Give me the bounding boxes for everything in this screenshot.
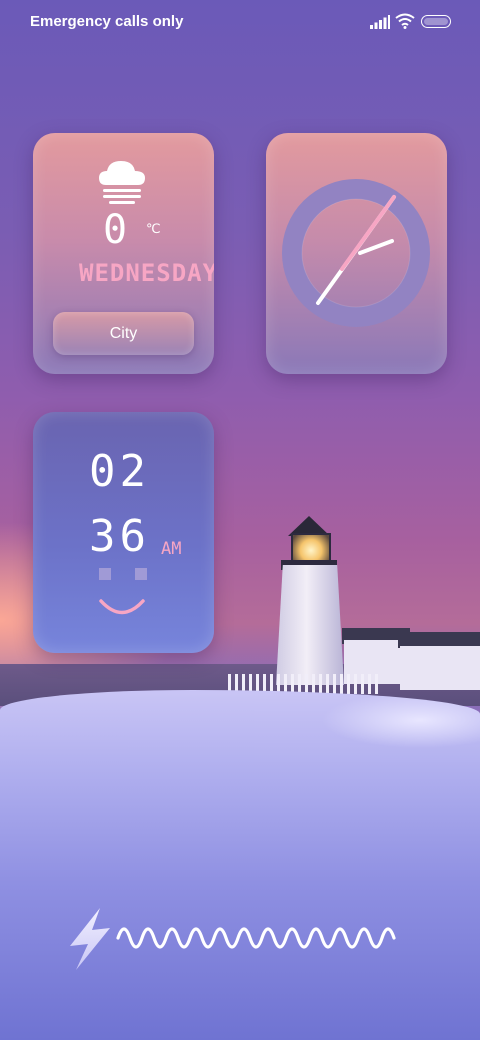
cloud-icon (99, 161, 145, 204)
carrier-text: Emergency calls only (30, 13, 184, 30)
time-minutes: 36 (89, 511, 150, 562)
snow-field (0, 690, 480, 1040)
city-button[interactable]: City (53, 312, 194, 355)
face-left-eye (99, 568, 111, 580)
wifi-icon (395, 13, 415, 29)
face-right-eye (135, 568, 147, 580)
signal-icon (370, 15, 390, 29)
wave-line (116, 927, 396, 949)
weather-widget[interactable]: 0 ℃ WEDNESDAY City (33, 133, 214, 374)
temperature-unit: ℃ (146, 222, 161, 237)
hour-hand (358, 239, 394, 255)
time-hours: 02 (89, 446, 150, 497)
smile-icon (99, 599, 145, 615)
weekday-label: WEDNESDAY (79, 259, 214, 287)
temperature-value: 0 (103, 207, 129, 253)
house (400, 646, 480, 690)
time-widget[interactable]: 02 36 AM (33, 412, 214, 653)
time-period: AM (161, 539, 182, 559)
status-bar: Emergency calls only (0, 0, 480, 44)
battery-level (424, 18, 448, 25)
clock-widget[interactable] (266, 133, 447, 374)
flash-icon (70, 908, 110, 970)
battery-icon (421, 15, 451, 28)
minute-hand-tail (340, 195, 396, 271)
lighthouse-tower (276, 565, 344, 685)
analog-clock (282, 179, 430, 327)
